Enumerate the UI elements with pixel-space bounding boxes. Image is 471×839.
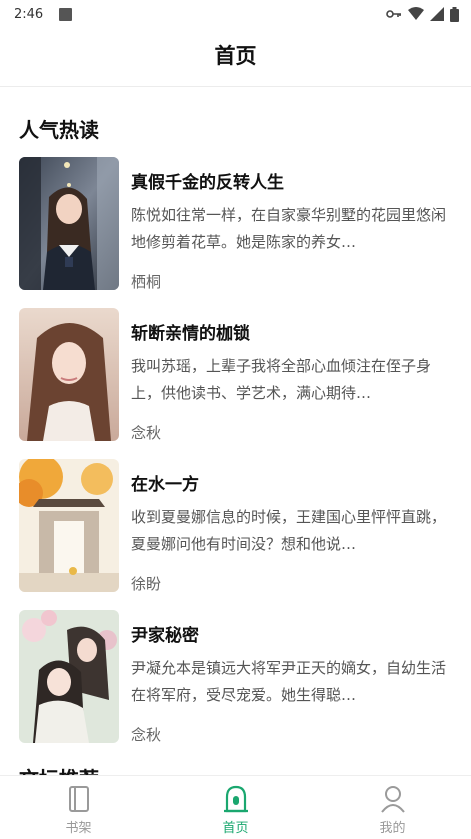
- book-author: 栖桐: [131, 273, 162, 291]
- wifi-icon: [408, 7, 424, 20]
- book-title: 斩断亲情的枷锁: [131, 324, 250, 344]
- book-description: 尹凝允本是镇远大将军尹正天的嫡女，自幼生活在将军府，受尽宠爱。她生得聪…: [131, 659, 447, 704]
- book-cover-image: [19, 610, 119, 743]
- header-divider: [0, 86, 471, 87]
- book-title: 尹家秘密: [131, 626, 199, 646]
- tab-label: 首页: [222, 821, 249, 836]
- book-cover-image: [19, 157, 119, 290]
- bottom-tab-bar: 书架 首页 我的: [0, 775, 471, 839]
- profile-icon: [380, 786, 405, 813]
- tab-label: 我的: [379, 821, 406, 836]
- book-author: 念秋: [131, 424, 162, 442]
- book-item[interactable]: 斩断亲情的枷锁 我叫苏瑶，上辈子我将全部心血倾注在侄子身上，供他读书、学艺术，满…: [0, 307, 471, 442]
- page-title: 首页: [214, 44, 257, 68]
- signal-icon: [430, 7, 444, 21]
- book-cover[interactable]: [19, 459, 119, 592]
- book-cover[interactable]: [19, 610, 119, 743]
- book-item[interactable]: 尹家秘密 尹凝允本是镇远大将军尹正天的嫡女，自幼生活在将军府，受尽宠爱。她生得聪…: [0, 609, 471, 744]
- book-author: 徐盼: [131, 575, 162, 593]
- battery-icon: [450, 6, 459, 22]
- status-bar: 2:46: [0, 0, 471, 28]
- book-cover-image: [19, 459, 119, 592]
- key-icon: [386, 10, 401, 18]
- tab-label: 书架: [65, 821, 92, 836]
- tab-profile[interactable]: 我的: [314, 776, 471, 839]
- book-description: 陈悦如往常一样，在自家豪华别墅的花园里悠闲地修剪着花草。她是陈家的养女…: [131, 206, 447, 251]
- book-description: 我叫苏瑶，上辈子我将全部心血倾注在侄子身上，供他读书、学艺术，满心期待…: [131, 357, 432, 402]
- book-cover[interactable]: [19, 308, 119, 441]
- bookshelf-icon: [68, 786, 89, 812]
- book-title: 真假千金的反转人生: [131, 173, 284, 193]
- tab-bookshelf[interactable]: 书架: [0, 776, 157, 839]
- status-time: 2:46: [14, 6, 44, 22]
- book-cover[interactable]: [19, 157, 119, 290]
- home-icon: [223, 785, 248, 813]
- status-icons: [386, 6, 459, 22]
- book-cover-image: [19, 308, 119, 441]
- home-screen: 2:46 首页 人气热读 真假千金的反转人生 陈悦如往常一样，在自家豪华别墅的花…: [0, 0, 471, 839]
- tab-home[interactable]: 首页: [157, 776, 314, 839]
- book-title: 在水一方: [131, 475, 199, 495]
- book-description: 收到夏曼娜信息的时候，王建国心里怦怦直跳，夏曼娜问他有时间没？想和他说…: [131, 508, 447, 553]
- book-item[interactable]: 在水一方 收到夏曼娜信息的时候，王建国心里怦怦直跳，夏曼娜问他有时间没？想和他说…: [0, 458, 471, 593]
- book-item[interactable]: 真假千金的反转人生 陈悦如往常一样，在自家豪华别墅的花园里悠闲地修剪着花草。她是…: [0, 156, 471, 291]
- book-author: 念秋: [131, 726, 162, 744]
- section-title-popular: 人气热读: [19, 118, 99, 142]
- notification-icon: [59, 7, 73, 21]
